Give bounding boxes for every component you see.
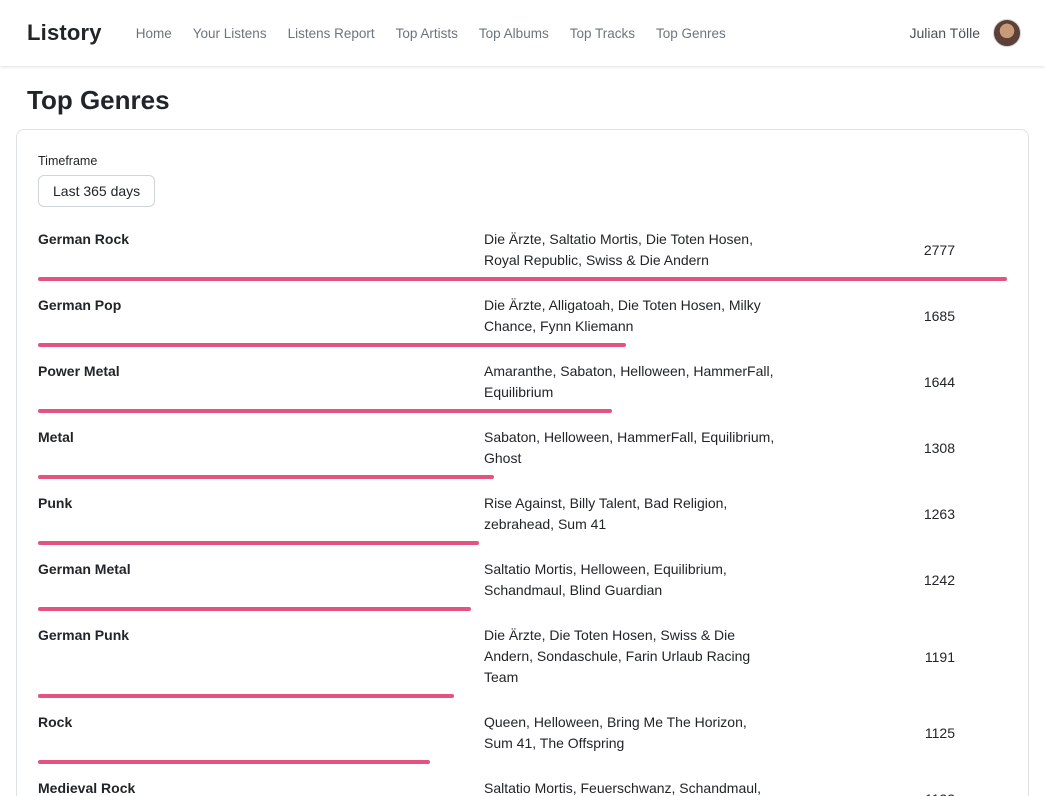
timeframe-filter: Timeframe Last 365 days xyxy=(38,154,1007,207)
genre-bar xyxy=(38,541,479,545)
nav-link-top-artists[interactable]: Top Artists xyxy=(396,26,458,41)
genre-name: Power Metal xyxy=(38,361,484,382)
genre-bar xyxy=(38,694,454,698)
genre-count: 1644 xyxy=(924,374,1007,390)
genre-artists: Sabaton, Helloween, HammerFall, Equilibr… xyxy=(484,427,776,469)
genre-row: Metal Sabaton, Helloween, HammerFall, Eq… xyxy=(38,418,1007,484)
nav-link-your-listens[interactable]: Your Listens xyxy=(193,26,267,41)
genre-count: 1263 xyxy=(924,506,1007,522)
genre-count: 1685 xyxy=(924,308,1007,324)
genre-row: German Metal Saltatio Mortis, Helloween,… xyxy=(38,550,1007,616)
genre-name: German Punk xyxy=(38,625,484,646)
genre-artists: Die Ärzte, Alligatoah, Die Toten Hosen, … xyxy=(484,295,776,337)
genre-name: Rock xyxy=(38,712,484,733)
genre-row: German Punk Die Ärzte, Die Toten Hosen, … xyxy=(38,616,1007,703)
nav-right: Julian Tölle xyxy=(909,19,1021,47)
nav-links: Home Your Listens Listens Report Top Artist… xyxy=(136,26,726,41)
main-content: Top Genres Timeframe Last 365 days Germa… xyxy=(0,85,1045,796)
genre-bar xyxy=(38,277,1007,281)
genre-count: 1125 xyxy=(925,725,1007,741)
genre-row: German Pop Die Ärzte, Alligatoah, Die To… xyxy=(38,286,1007,352)
nav-left: Listory Home Your Listens Listens Report To… xyxy=(27,20,726,46)
genre-row: German Rock Die Ärzte, Saltatio Mortis, … xyxy=(38,220,1007,286)
genre-artists: Die Ärzte, Saltatio Mortis, Die Toten Ho… xyxy=(484,229,776,271)
nav-link-home[interactable]: Home xyxy=(136,26,172,41)
genre-artists: Saltatio Mortis, Feuerschwanz, Schandmau… xyxy=(484,778,776,796)
top-genres-card: Timeframe Last 365 days German Rock Die … xyxy=(16,129,1029,796)
genre-rows: German Rock Die Ärzte, Saltatio Mortis, … xyxy=(38,220,1007,796)
genre-bar xyxy=(38,607,471,611)
genre-name: German Metal xyxy=(38,559,484,580)
genre-name: Metal xyxy=(38,427,484,448)
genre-name: German Rock xyxy=(38,229,484,250)
genre-bar xyxy=(38,343,626,347)
genre-count: 1191 xyxy=(925,649,1007,665)
genre-artists: Queen, Helloween, Bring Me The Horizon, … xyxy=(484,712,776,754)
user-avatar[interactable] xyxy=(993,19,1021,47)
timeframe-select[interactable]: Last 365 days xyxy=(38,175,155,207)
genre-row: Rock Queen, Helloween, Bring Me The Hori… xyxy=(38,703,1007,769)
genre-name: Medieval Rock xyxy=(38,778,484,796)
genre-name: Punk xyxy=(38,493,484,514)
genre-artists: Rise Against, Billy Talent, Bad Religion… xyxy=(484,493,776,535)
timeframe-label: Timeframe xyxy=(38,154,1007,168)
genre-name: German Pop xyxy=(38,295,484,316)
genre-count: 1242 xyxy=(924,572,1007,588)
genre-bar xyxy=(38,760,430,764)
genre-row: Punk Rise Against, Billy Talent, Bad Rel… xyxy=(38,484,1007,550)
user-name[interactable]: Julian Tölle xyxy=(909,25,980,41)
genre-row: Medieval Rock Saltatio Mortis, Feuerschw… xyxy=(38,769,1007,796)
genre-bar xyxy=(38,475,494,479)
nav-link-top-genres[interactable]: Top Genres xyxy=(656,26,726,41)
genre-count: 1308 xyxy=(924,440,1007,456)
page-title: Top Genres xyxy=(27,85,1029,116)
genre-artists: Amaranthe, Sabaton, Helloween, HammerFal… xyxy=(484,361,776,403)
nav-link-top-tracks[interactable]: Top Tracks xyxy=(570,26,635,41)
genre-count: 1123 xyxy=(925,791,1007,796)
genre-bar xyxy=(38,409,612,413)
top-navbar: Listory Home Your Listens Listens Report To… xyxy=(0,0,1045,66)
nav-link-top-albums[interactable]: Top Albums xyxy=(479,26,549,41)
genre-artists: Saltatio Mortis, Helloween, Equilibrium,… xyxy=(484,559,776,601)
genre-count: 2777 xyxy=(924,242,1007,258)
genre-artists: Die Ärzte, Die Toten Hosen, Swiss & Die … xyxy=(484,625,776,688)
app-logo[interactable]: Listory xyxy=(27,20,102,46)
nav-link-listens-report[interactable]: Listens Report xyxy=(288,26,375,41)
genre-row: Power Metal Amaranthe, Sabaton, Hellowee… xyxy=(38,352,1007,418)
